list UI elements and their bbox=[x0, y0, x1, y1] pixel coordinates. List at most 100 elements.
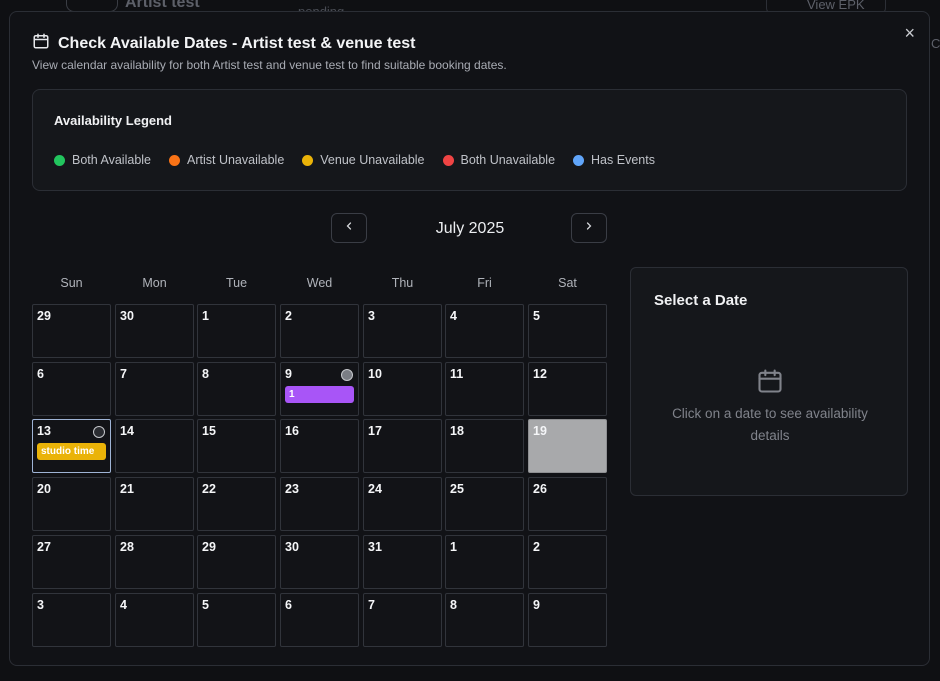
day-number: 13 bbox=[37, 424, 51, 438]
calendar-day[interactable]: 13 studio time bbox=[32, 419, 111, 473]
calendar-day[interactable]: 6 bbox=[280, 593, 359, 647]
calendar-day[interactable]: 22 bbox=[197, 477, 276, 531]
day-number: 7 bbox=[120, 367, 127, 381]
calendar-day[interactable]: 91 bbox=[280, 362, 359, 416]
day-number: 14 bbox=[120, 424, 134, 438]
calendar-day[interactable]: 26 bbox=[528, 477, 607, 531]
weekday-header: Fri bbox=[477, 276, 492, 290]
calendar-day[interactable]: 29 bbox=[197, 535, 276, 589]
day-number: 29 bbox=[37, 309, 51, 323]
calendar-day[interactable]: 29 bbox=[32, 304, 111, 358]
event-chip[interactable]: studio time bbox=[37, 443, 106, 460]
calendar-day[interactable]: 11 bbox=[445, 362, 524, 416]
day-number: 10 bbox=[368, 367, 382, 381]
weekday-header: Wed bbox=[306, 276, 333, 290]
day-number: 3 bbox=[37, 598, 44, 612]
calendar-day[interactable]: 5 bbox=[197, 593, 276, 647]
date-details-panel: Select a Date Click on a date to see ava… bbox=[630, 267, 908, 496]
availability-legend: Availability Legend Both Available Artis… bbox=[32, 89, 907, 191]
calendar-day[interactable]: 10 bbox=[363, 362, 442, 416]
weekday-header: Sat bbox=[558, 276, 577, 290]
calendar-day[interactable]: 3 bbox=[32, 593, 111, 647]
day-number: 7 bbox=[368, 598, 375, 612]
calendar-day[interactable]: 21 bbox=[115, 477, 194, 531]
day-number: 28 bbox=[120, 540, 134, 554]
day-number: 11 bbox=[450, 367, 464, 381]
calendar-day[interactable]: 4 bbox=[445, 304, 524, 358]
calendar-day[interactable]: 17 bbox=[363, 419, 442, 473]
day-number: 17 bbox=[368, 424, 382, 438]
day-number: 12 bbox=[533, 367, 547, 381]
day-number: 30 bbox=[285, 540, 299, 554]
calendar-day[interactable]: 18 bbox=[445, 419, 524, 473]
calendar-day[interactable]: 8 bbox=[197, 362, 276, 416]
calendar-day[interactable]: 15 bbox=[197, 419, 276, 473]
calendar-day[interactable]: 4 bbox=[115, 593, 194, 647]
weekday-header: Tue bbox=[225, 276, 248, 290]
day-number: 5 bbox=[202, 598, 209, 612]
day-number: 20 bbox=[37, 482, 51, 496]
day-number: 4 bbox=[450, 309, 457, 323]
avatar bbox=[93, 426, 105, 438]
day-number: 9 bbox=[285, 367, 292, 381]
calendar-day[interactable]: 2 bbox=[280, 304, 359, 358]
day-number: 22 bbox=[202, 482, 216, 496]
legend-item-artist-unavailable: Artist Unavailable bbox=[169, 153, 284, 167]
legend-item-has-events: Has Events bbox=[573, 153, 655, 167]
calendar-day[interactable]: 28 bbox=[115, 535, 194, 589]
calendar-day[interactable]: 31 bbox=[363, 535, 442, 589]
weekday-header: Mon bbox=[142, 276, 167, 290]
modal-title: Check Available Dates - Artist test & ve… bbox=[58, 34, 416, 52]
legend-item-both-unavailable: Both Unavailable bbox=[442, 153, 555, 167]
next-month-button[interactable] bbox=[571, 213, 607, 243]
event-chip[interactable]: 1 bbox=[285, 386, 354, 403]
calendar-day[interactable]: 14 bbox=[115, 419, 194, 473]
panel-hint: Click on a date to see availability deta… bbox=[672, 406, 868, 443]
calendar-day[interactable]: 30 bbox=[280, 535, 359, 589]
calendar-day[interactable]: 24 bbox=[363, 477, 442, 531]
calendar-day[interactable]: 7 bbox=[363, 593, 442, 647]
legend-label: Artist Unavailable bbox=[187, 153, 285, 167]
calendar-day[interactable]: 5 bbox=[528, 304, 607, 358]
legend-title: Availability Legend bbox=[54, 113, 172, 128]
legend-item-both-available: Both Available bbox=[54, 153, 151, 167]
check-dates-modal: × Check Available Dates - Artist test & … bbox=[9, 11, 930, 666]
calendar-day[interactable]: 25 bbox=[445, 477, 524, 531]
calendar-day[interactable]: 19 bbox=[528, 419, 607, 473]
calendar-day[interactable]: 12 bbox=[528, 362, 607, 416]
day-number: 15 bbox=[202, 424, 216, 438]
day-number: 5 bbox=[533, 309, 540, 323]
legend-label: Both Available bbox=[72, 153, 151, 167]
calendar-day[interactable]: 1 bbox=[197, 304, 276, 358]
calendar-icon bbox=[756, 367, 784, 400]
legend-dot bbox=[573, 154, 585, 166]
calendar-day[interactable]: 1 bbox=[445, 535, 524, 589]
calendar-day[interactable]: 16 bbox=[280, 419, 359, 473]
day-number: 3 bbox=[368, 309, 375, 323]
calendar-day[interactable]: 9 bbox=[528, 593, 607, 647]
legend-dot bbox=[442, 154, 454, 166]
calendar-day[interactable]: 2 bbox=[528, 535, 607, 589]
day-number: 26 bbox=[533, 482, 547, 496]
calendar-day[interactable]: 3 bbox=[363, 304, 442, 358]
weekday-header: Sun bbox=[60, 276, 83, 290]
calendar-day[interactable]: 7 bbox=[115, 362, 194, 416]
day-number: 16 bbox=[285, 424, 299, 438]
chevron-right-icon bbox=[583, 219, 595, 237]
legend-label: Has Events bbox=[591, 153, 655, 167]
calendar-day[interactable]: 8 bbox=[445, 593, 524, 647]
day-number: 6 bbox=[37, 367, 44, 381]
day-number: 1 bbox=[450, 540, 457, 554]
panel-title: Select a Date bbox=[654, 292, 748, 309]
day-number: 23 bbox=[285, 482, 299, 496]
calendar-day[interactable]: 30 bbox=[115, 304, 194, 358]
prev-month-button[interactable] bbox=[331, 213, 367, 243]
calendar-day[interactable]: 27 bbox=[32, 535, 111, 589]
legend-dot bbox=[169, 154, 180, 166]
calendar-day[interactable]: 6 bbox=[32, 362, 111, 416]
calendar-day[interactable]: 23 bbox=[280, 477, 359, 531]
background-edge-text: C bbox=[931, 36, 940, 51]
calendar-day[interactable]: 20 bbox=[32, 477, 111, 531]
day-number: 31 bbox=[368, 540, 382, 554]
close-button[interactable]: × bbox=[904, 24, 915, 42]
